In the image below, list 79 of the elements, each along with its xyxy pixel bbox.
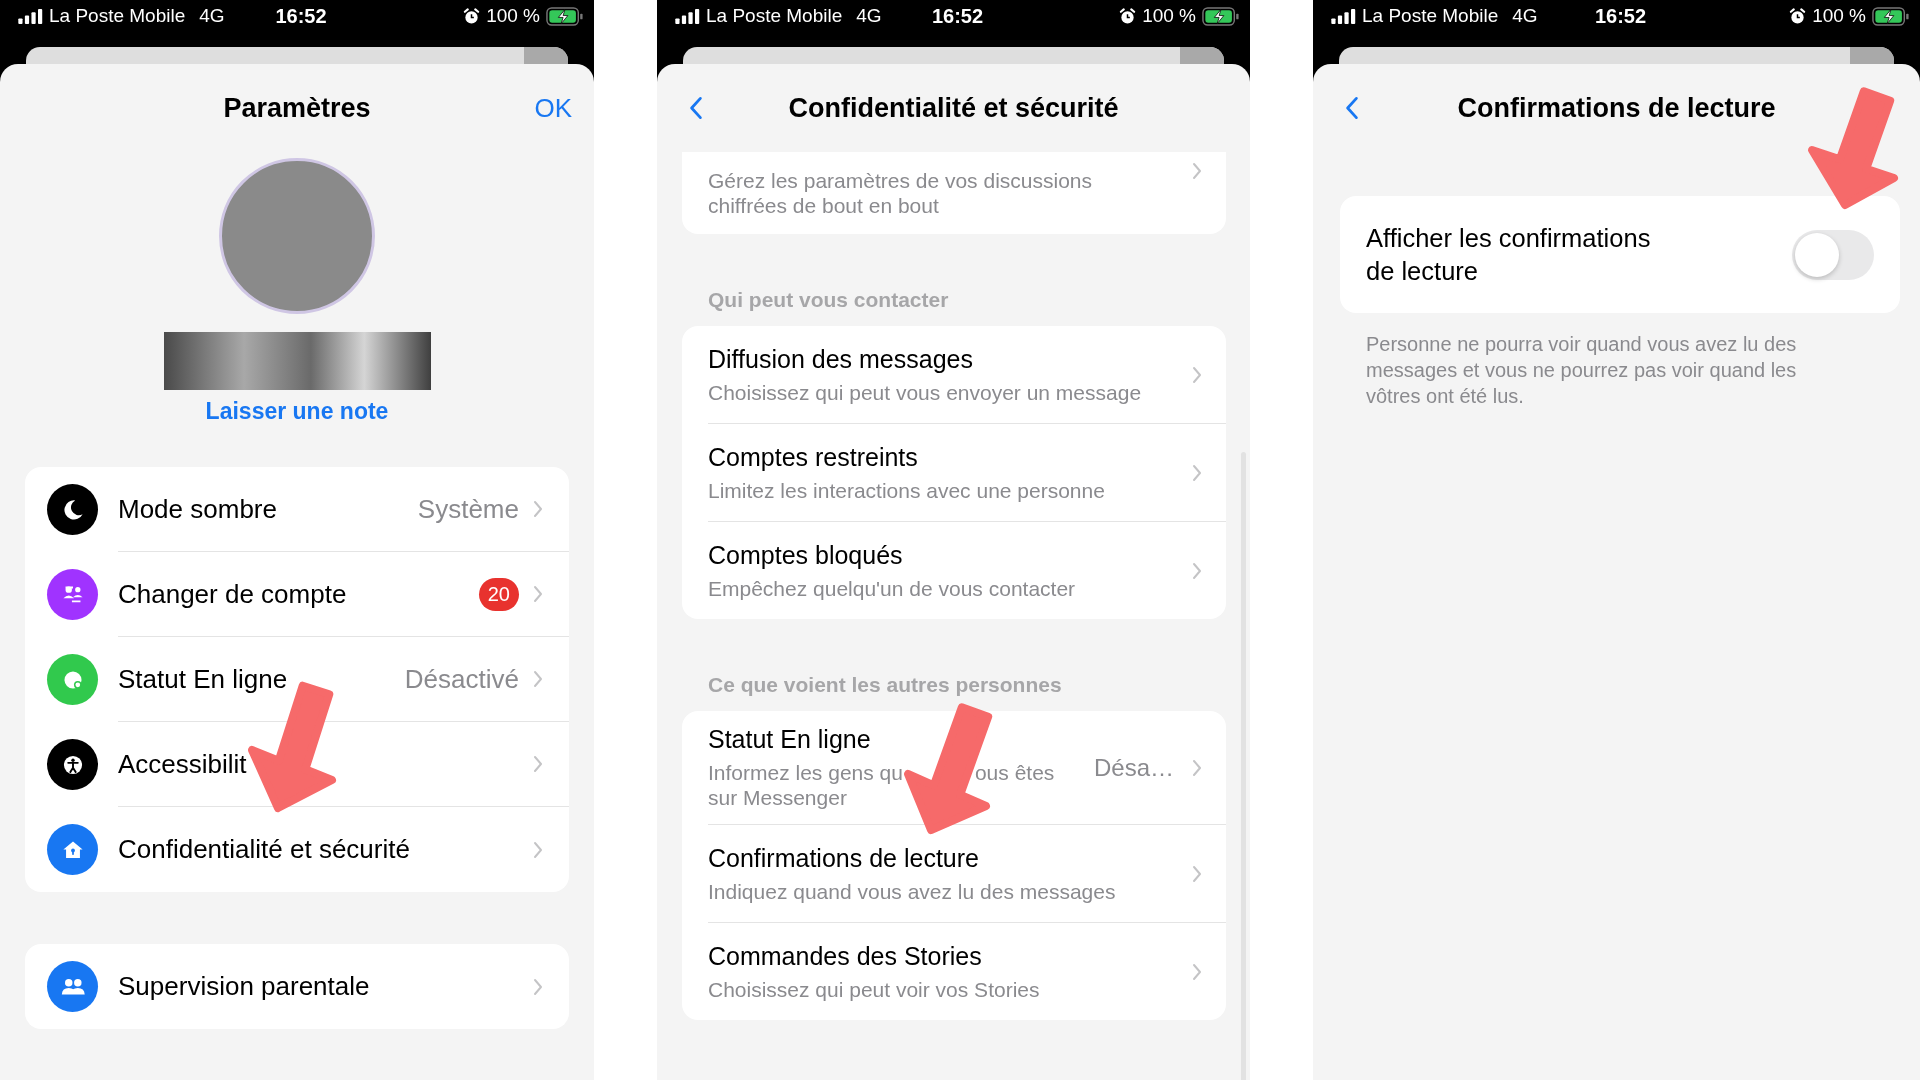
clock-time: 16:52: [275, 4, 327, 28]
signal-icon: [18, 8, 43, 24]
settings-row[interactable]: Changer de compte 20: [25, 552, 569, 637]
row-value: Système: [417, 493, 519, 525]
signal-icon: [675, 8, 700, 24]
settings-row[interactable]: Mode sombre Système: [25, 467, 569, 552]
carrier-name: La Poste Mobile: [706, 5, 843, 27]
carrier-name: La Poste Mobile: [1362, 5, 1499, 27]
toggle-switch[interactable]: [1792, 229, 1874, 280]
settings-row[interactable]: Comptes bloqués Empêchez quelqu'un de vous contacter: [708, 522, 1226, 619]
settings-row[interactable]: Diffusion des messages Choisissez qui peut vous envoyer un message: [708, 326, 1226, 424]
row-subtitle: Indiquez quand vous avez lu des messages: [708, 878, 1117, 904]
chevron-icon: [533, 977, 543, 996]
row-title: Comptes restreints: [708, 442, 919, 472]
signal-icon: [1331, 8, 1356, 24]
chevron-icon: [533, 840, 543, 859]
screen-title: Confirmations de lecture: [1456, 92, 1777, 124]
row-subtitle: Empêchez quelqu'un de vous contacter: [708, 575, 1077, 601]
chevron-icon: [1192, 962, 1202, 981]
battery-charging-icon: [546, 6, 584, 26]
row-label: Mode sombre: [118, 493, 278, 525]
row-subtitle: Choisissez qui peut vous envoyer un message: [708, 379, 1143, 405]
chevron-icon: [1192, 561, 1202, 580]
screen-title: Paramètres: [222, 92, 372, 124]
battery-percent: 100 %: [1142, 5, 1196, 27]
screen-title: Confidentialité et sécurité: [787, 92, 1120, 124]
chevron-icon: [1192, 463, 1202, 482]
battery-percent: 100 %: [1812, 5, 1866, 27]
footer-note: Personne ne pourra voir quand vous avez lu des messages et vous ne pourrez pas voir quand les vôtres ont été lus.: [1366, 332, 1798, 409]
row-subtitle: Choisissez qui peut voir vos Stories: [708, 976, 1041, 1002]
battery-charging-icon: [1202, 6, 1240, 26]
row-title: Diffusion des messages: [708, 344, 974, 374]
row-subtitle: ous êtes: [974, 760, 1055, 785]
chevron-icon: [1192, 758, 1202, 777]
chevron-icon: [1192, 162, 1202, 180]
settings-row[interactable]: Comptes restreints Limitez les interactions avec une personne: [708, 424, 1226, 522]
chevron-icon: [533, 670, 543, 688]
row-subtitle: Gérez les paramètres de vos discussions chiffrées de bout en bout: [708, 168, 1093, 218]
alarm-clock-icon: [1789, 7, 1807, 25]
clock-time: 16:52: [1594, 4, 1647, 28]
row-label: Statut En ligne: [118, 663, 289, 695]
row-title: Statut En ligne: [708, 725, 872, 754]
row-title: Comptes bloqués: [708, 540, 904, 570]
row-subtitle: Limitez les interactions avec une personne: [708, 477, 1106, 503]
row-label: Accessibilit: [118, 748, 248, 780]
network-type: 4G: [199, 5, 225, 27]
row-value: Désa…: [1093, 753, 1174, 782]
alarm-clock-icon: [463, 7, 481, 25]
row-value: Désactivé: [404, 663, 519, 695]
row-subtitle: sur Messenger: [708, 785, 848, 810]
settings-row[interactable]: Supervision parentale: [25, 944, 569, 1029]
toggle-label: Afficher les confirmations de lecture: [1366, 222, 1652, 287]
chevron-icon: [533, 585, 543, 603]
battery-charging-icon: [1872, 6, 1910, 26]
settings-row[interactable]: Confidentialité et sécurité: [25, 807, 569, 892]
row-label: Changer de compte: [118, 578, 348, 610]
clock-time: 16:52: [931, 4, 984, 28]
settings-row[interactable]: Commandes des Stories Choisissez qui peut voir vos Stories: [708, 923, 1226, 1020]
back-chevron-icon[interactable]: [1345, 95, 1359, 121]
leave-note-link[interactable]: Laisser une note: [205, 398, 389, 425]
chevron-icon: [1192, 864, 1202, 883]
carrier-name: La Poste Mobile: [49, 5, 186, 27]
count-badge: 20: [478, 577, 519, 611]
row-label: Supervision parentale: [118, 971, 371, 1002]
section-header: Qui peut vous contacter: [707, 287, 950, 313]
ok-button[interactable]: OK: [534, 92, 572, 124]
section-header: Ce que voient les autres personnes: [707, 672, 1063, 698]
back-chevron-icon[interactable]: [689, 95, 703, 121]
row-title: Commandes des Stories: [708, 941, 983, 971]
chevron-icon: [1192, 365, 1202, 384]
alarm-clock-icon: [1119, 7, 1137, 25]
chevron-icon: [533, 755, 543, 773]
network-type: 4G: [1512, 5, 1538, 27]
row-title: Confirmations de lecture: [708, 843, 980, 873]
battery-percent: 100 %: [486, 5, 540, 27]
chevron-icon: [533, 500, 543, 518]
row-subtitle: Informez les gens qu: [708, 760, 903, 785]
network-type: 4G: [856, 5, 882, 27]
row-label: Confidentialité et sécurité: [118, 834, 411, 865]
